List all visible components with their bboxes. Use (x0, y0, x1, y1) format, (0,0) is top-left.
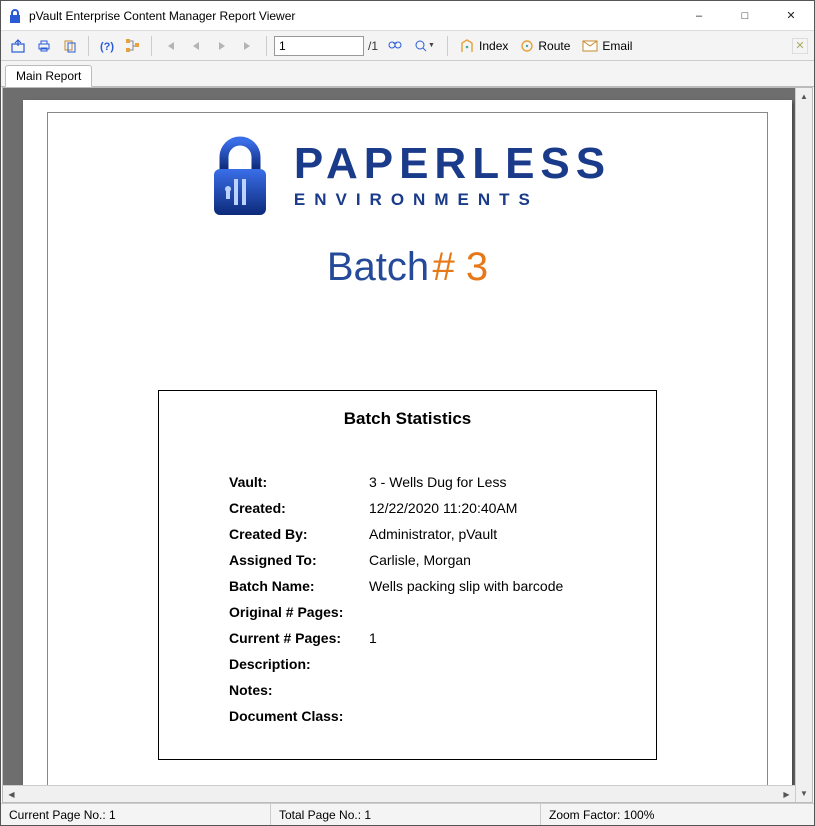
scroll-down-icon[interactable]: ▼ (796, 785, 812, 802)
index-label: Index (479, 39, 508, 53)
stat-label: Batch Name: (229, 578, 369, 594)
statusbar: Current Page No.: 1 Total Page No.: 1 Zo… (1, 803, 814, 825)
lock-icon (7, 8, 23, 24)
stat-label: Notes: (229, 682, 369, 698)
page-total-label: /1 (368, 39, 380, 53)
email-button[interactable]: Email (578, 35, 636, 57)
report-viewport: PAPERLESS ENVIRONMENTS Batch # 3 Batch S… (2, 87, 813, 803)
report-page: PAPERLESS ENVIRONMENTS Batch # 3 Batch S… (23, 100, 792, 792)
stat-row-original-pages: Original # Pages: (159, 599, 656, 625)
stat-value: 1 (369, 630, 377, 646)
stat-row-created-by: Created By: Administrator, pVault (159, 521, 656, 547)
first-page-icon (159, 35, 181, 57)
route-label: Route (538, 39, 570, 53)
stat-value: Carlisle, Morgan (369, 552, 471, 568)
stat-value: Administrator, pVault (369, 526, 497, 542)
parameters-icon[interactable]: (?) (96, 35, 118, 57)
close-button[interactable]: ✕ (768, 1, 814, 31)
stat-label: Created: (229, 500, 369, 516)
last-page-icon (237, 35, 259, 57)
tab-main-report[interactable]: Main Report (5, 65, 92, 87)
export-icon[interactable] (7, 35, 29, 57)
status-zoom: Zoom Factor: 100% (541, 804, 814, 825)
stat-row-assigned-to: Assigned To: Carlisle, Morgan (159, 547, 656, 573)
stat-row-notes: Notes: (159, 677, 656, 703)
titlebar: pVault Enterprise Content Manager Report… (1, 1, 814, 31)
print-icon[interactable] (33, 35, 55, 57)
stat-row-current-pages: Current # Pages: 1 (159, 625, 656, 651)
stat-label: Created By: (229, 526, 369, 542)
brand-name: PAPERLESS (294, 142, 611, 186)
stat-row-vault: Vault: 3 - Wells Dug for Less (159, 469, 656, 495)
stat-row-batch-name: Batch Name: Wells packing slip with barc… (159, 573, 656, 599)
email-label: Email (602, 39, 632, 53)
stat-value: 12/22/2020 11:20:40AM (369, 500, 517, 516)
route-button[interactable]: Route (516, 35, 574, 57)
copy-icon[interactable] (59, 35, 81, 57)
zoom-icon[interactable]: ▼ (410, 35, 440, 57)
stat-row-created: Created: 12/22/2020 11:20:40AM (159, 495, 656, 521)
svg-text:(?): (?) (100, 41, 114, 53)
scroll-right-icon[interactable]: ▶ (778, 786, 795, 802)
page-number-input[interactable] (274, 36, 364, 56)
stat-label: Current # Pages: (229, 630, 369, 646)
stat-value: Wells packing slip with barcode (369, 578, 563, 594)
stat-row-document-class: Document Class: (159, 703, 656, 729)
find-icon[interactable] (384, 35, 406, 57)
minimize-button[interactable]: – (676, 1, 722, 31)
horizontal-scrollbar[interactable]: ◀ ▶ (3, 785, 795, 802)
stats-heading: Batch Statistics (159, 409, 656, 429)
chevron-down-icon: ▼ (428, 42, 436, 49)
stat-label: Description: (229, 656, 369, 672)
next-page-icon (211, 35, 233, 57)
paperless-lock-icon (204, 131, 276, 221)
prev-page-icon (185, 35, 207, 57)
index-button[interactable]: Index (455, 35, 512, 57)
batch-statistics-box: Batch Statistics Vault: 3 - Wells Dug fo… (158, 390, 657, 760)
tab-label: Main Report (16, 69, 81, 83)
status-total-page: Total Page No.: 1 (271, 804, 541, 825)
batch-heading: Batch # 3 (48, 245, 767, 290)
window-frame: pVault Enterprise Content Manager Report… (0, 0, 815, 826)
scroll-up-icon[interactable]: ▲ (796, 88, 812, 105)
stat-label: Document Class: (229, 708, 369, 724)
logo-block: PAPERLESS ENVIRONMENTS Batch # 3 (48, 131, 767, 290)
status-current-page: Current Page No.: 1 (1, 804, 271, 825)
stat-label: Original # Pages: (229, 604, 369, 620)
pane-close-icon[interactable]: ✕ (792, 38, 808, 54)
stat-label: Assigned To: (229, 552, 369, 568)
group-tree-icon[interactable] (122, 35, 144, 57)
batch-word: Batch (327, 245, 429, 289)
toolbar: (?) /1 ▼ Index (1, 31, 814, 61)
brand-subtitle: ENVIRONMENTS (294, 190, 611, 210)
maximize-button[interactable]: □ (722, 1, 768, 31)
batch-number: # 3 (433, 245, 489, 289)
stat-row-description: Description: (159, 651, 656, 677)
stat-value: 3 - Wells Dug for Less (369, 474, 506, 490)
stat-label: Vault: (229, 474, 369, 490)
window-title: pVault Enterprise Content Manager Report… (29, 9, 295, 23)
vertical-scrollbar[interactable]: ▲ ▼ (795, 88, 812, 802)
tabbar: Main Report (1, 61, 814, 87)
scroll-left-icon[interactable]: ◀ (3, 786, 20, 802)
